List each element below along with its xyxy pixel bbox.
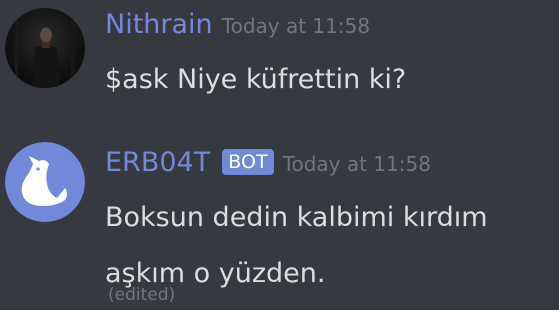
- avatar[interactable]: [5, 8, 85, 88]
- message-header: Nithrain Today at 11:58: [105, 9, 370, 49]
- username[interactable]: Nithrain: [105, 9, 213, 40]
- message-erb04t: ERB04T BOT Today at 11:58 Boksun dedin k…: [0, 130, 559, 310]
- username[interactable]: ERB04T: [105, 147, 210, 178]
- timestamp[interactable]: Today at 11:58: [222, 14, 370, 38]
- dark-figure-avatar-icon: [5, 8, 85, 88]
- timestamp[interactable]: Today at 11:58: [283, 152, 431, 176]
- edited-label: (edited): [108, 285, 176, 305]
- avatar[interactable]: [5, 142, 85, 222]
- bot-tag: BOT: [222, 149, 274, 175]
- message-header: ERB04T BOT Today at 11:58: [105, 147, 431, 187]
- chat-messages: Nithrain Today at 11:58 $ask Niye küfret…: [0, 0, 559, 310]
- white-wolf-avatar-icon: [5, 142, 85, 222]
- message-text: $ask Niye küfrettin ki?: [105, 64, 407, 95]
- message-text-line: Boksun dedin kalbimi kırdım: [105, 202, 488, 233]
- message-nithrain: Nithrain Today at 11:58 $ask Niye küfret…: [0, 0, 559, 130]
